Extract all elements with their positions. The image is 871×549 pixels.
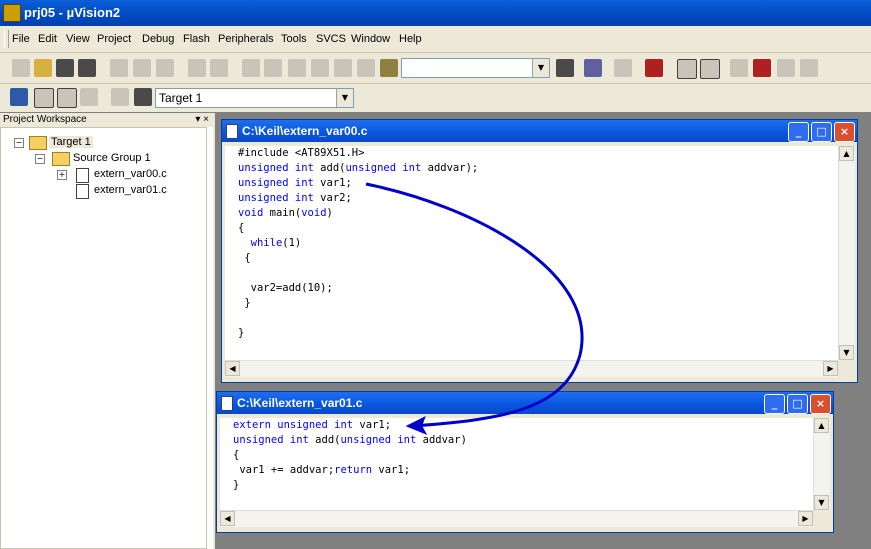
annotation-arrow-path xyxy=(365,182,584,428)
annotation-arrow xyxy=(365,182,584,436)
